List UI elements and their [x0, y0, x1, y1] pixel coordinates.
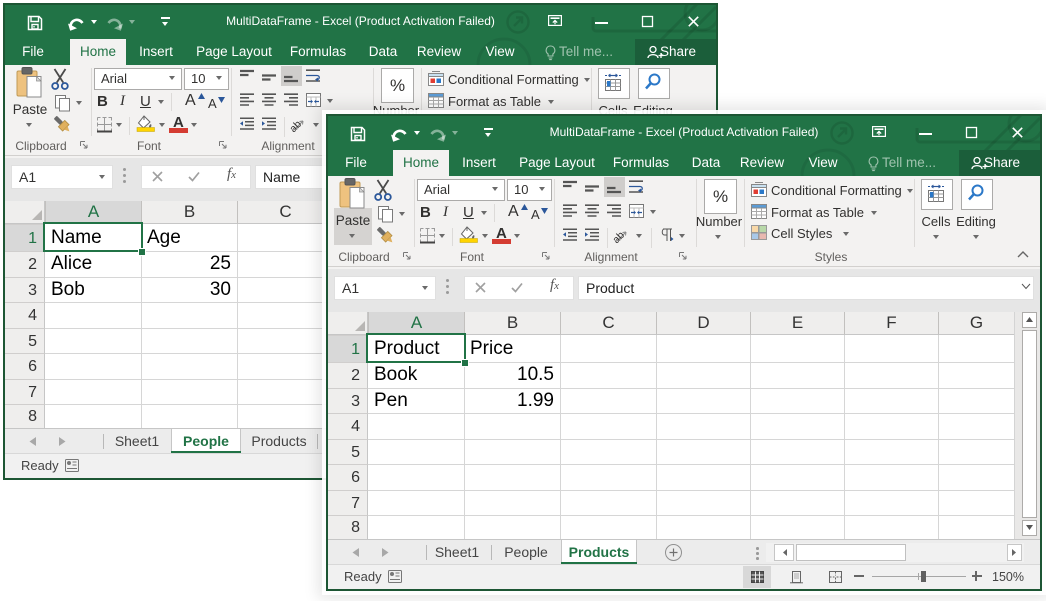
svg-text:ab: ab [287, 118, 304, 135]
svg-text:ab: ab [610, 229, 627, 246]
